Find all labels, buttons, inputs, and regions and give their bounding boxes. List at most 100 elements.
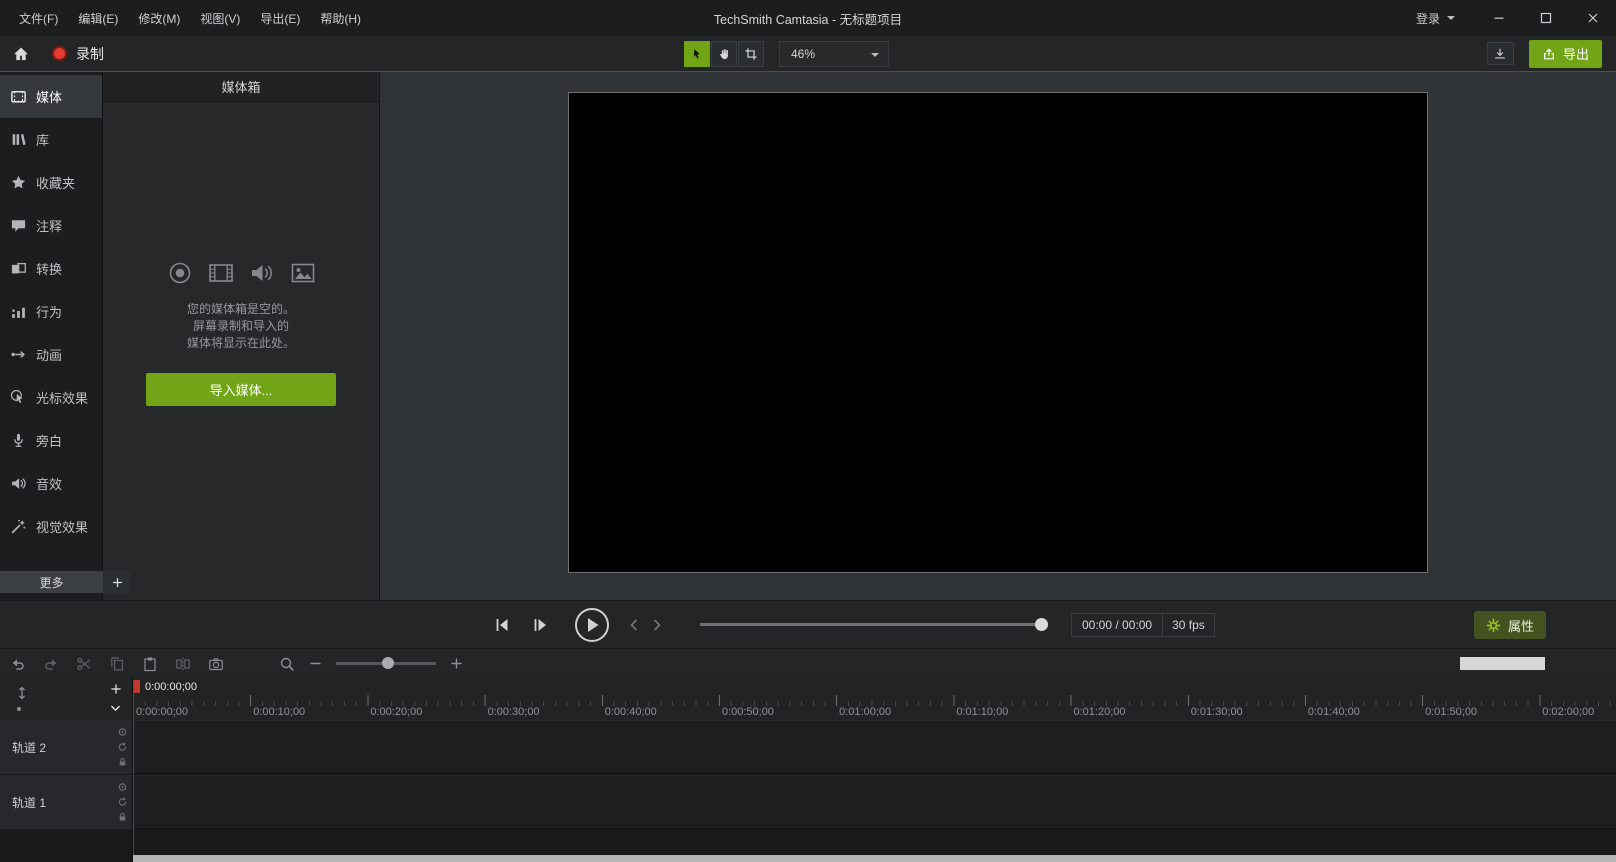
playhead-marker[interactable] [133,680,140,693]
next-clip-button[interactable] [649,617,665,633]
menu-edit[interactable]: 编辑(E) [69,5,127,32]
sidebar-item-annotations[interactable]: 注释 [0,204,102,247]
sidebar-item-library[interactable]: 库 [0,118,102,161]
import-media-button[interactable]: 导入媒体... [146,373,336,406]
camera-icon [208,656,224,672]
properties-label: 属性 [1508,616,1534,635]
minimize-icon [1491,10,1507,26]
record-button[interactable]: 录制 [42,36,114,71]
track-height-icon[interactable] [14,685,30,701]
play-button[interactable] [574,607,610,643]
sidebar-more-button[interactable]: 更多 [0,571,103,593]
sidebar-item-animations[interactable]: 动画 [0,333,102,376]
sidebar-item-cursor-effects[interactable]: 光标效果 [0,376,102,419]
zoom-button[interactable] [279,656,295,672]
zoom-in-button[interactable] [450,657,463,670]
export-label: 导出 [1563,44,1589,63]
sidebar-item-visual-effects[interactable]: 视觉效果 [0,505,102,548]
audio-speaker-icon [249,260,275,286]
track-2-body[interactable] [133,720,1616,774]
split-button[interactable] [175,656,191,672]
redo-button[interactable] [43,656,59,672]
home-icon [12,45,30,63]
visibility-icon[interactable] [117,727,128,738]
sidebar-item-favorites[interactable]: 收藏夹 [0,161,102,204]
previous-frame-icon [492,615,512,635]
home-button[interactable] [0,36,42,71]
sidebar-item-audio-effects[interactable]: 音效 [0,462,102,505]
scrubber-thumb[interactable] [1035,618,1048,631]
copy-button[interactable] [109,656,125,672]
sidebar-item-voice-narration[interactable]: 旁白 [0,419,102,462]
track-1-body[interactable] [133,775,1616,829]
screenshot-button[interactable] [208,656,224,672]
loop-icon[interactable] [117,742,128,753]
zoom-out-button[interactable] [309,657,322,670]
menu-view[interactable]: 视图(V) [191,5,249,32]
undo-button[interactable] [10,656,26,672]
track-1-header[interactable]: 轨道 1 [0,775,133,829]
add-track-button[interactable] [104,680,127,698]
collapse-tracks-button[interactable] [104,699,127,717]
scrubber-slider[interactable] [700,623,1045,626]
loop-icon[interactable] [117,797,128,808]
properties-button[interactable]: 属性 [1474,611,1546,639]
menu-help[interactable]: 帮助(H) [311,5,370,32]
cut-button[interactable] [76,656,92,672]
pan-tool-button[interactable] [711,41,737,67]
more-label: 更多 [39,574,63,591]
ruler-label: 0:00:20;00 [367,706,484,720]
playhead-line[interactable] [133,682,134,855]
time-display: 00:00 / 00:00 [1071,613,1163,637]
undo-icon [10,656,26,672]
close-button[interactable] [1569,0,1616,36]
lock-icon[interactable] [117,812,128,823]
download-button[interactable] [1487,42,1514,65]
share-icon [1542,47,1556,61]
main-area: 媒体 库 收藏夹 注释 转换 行为 [0,72,1616,600]
sign-in-button[interactable]: 登录 [1396,0,1475,36]
empty-state-icons [167,260,316,286]
timeline-zoom-thumb[interactable] [382,657,394,669]
maximize-button[interactable] [1522,0,1569,36]
timeline-horizontal-scrollbar[interactable] [133,855,1616,862]
previous-clip-button[interactable] [626,617,642,633]
video-preview-stage[interactable] [568,92,1428,573]
ruler-ticks [133,695,1616,706]
canvas-area [380,72,1616,600]
sidebar-item-transitions[interactable]: 转换 [0,247,102,290]
media-icon [10,88,27,105]
track-2-header[interactable]: 轨道 2 [0,720,133,774]
minimize-button[interactable] [1475,0,1522,36]
sidebar-item-label: 视觉效果 [36,517,88,536]
empty-state-text: 您的媒体箱是空的。 屏幕录制和导入的 媒体将显示在此处。 [187,301,295,352]
add-tab-button[interactable] [104,571,130,593]
scrollbar-thumb[interactable] [133,855,1616,862]
media-bin-empty-state: 您的媒体箱是空的。 屏幕录制和导入的 媒体将显示在此处。 导入媒体... [103,260,379,406]
timeline-zoom-controls [279,656,463,672]
ruler-label: 0:01:50;00 [1422,706,1539,720]
visibility-icon[interactable] [117,782,128,793]
scissors-icon [76,656,92,672]
sidebar-item-media[interactable]: 媒体 [0,75,102,118]
ruler-label: 0:01:10;00 [953,706,1070,720]
menu-export[interactable]: 导出(E) [251,5,309,32]
ruler-label: 0:02:00;00 [1539,706,1616,720]
timeline-ruler[interactable]: 0:00:00;00 0:00:00;00 0:00:10;00 0:00:20… [133,678,1616,720]
zoom-level-select[interactable]: 46% [779,41,889,67]
menu-modify[interactable]: 修改(M) [129,5,189,32]
timeline-corner [0,678,133,720]
paste-button[interactable] [142,656,158,672]
timeline-zoom-slider[interactable] [336,662,436,665]
timeline-minimap-scrollbar[interactable] [1460,657,1545,670]
playback-controls: 00:00 / 00:00 30 fps [492,601,1215,648]
previous-frame-button[interactable] [492,615,512,635]
sidebar-item-behaviors[interactable]: 行为 [0,290,102,333]
menu-file[interactable]: 文件(F) [10,5,67,32]
step-forward-button[interactable] [530,615,550,635]
paste-icon [142,656,158,672]
crop-tool-button[interactable] [738,41,764,67]
select-tool-button[interactable] [684,41,710,67]
lock-icon[interactable] [117,757,128,768]
export-button[interactable]: 导出 [1529,40,1602,68]
